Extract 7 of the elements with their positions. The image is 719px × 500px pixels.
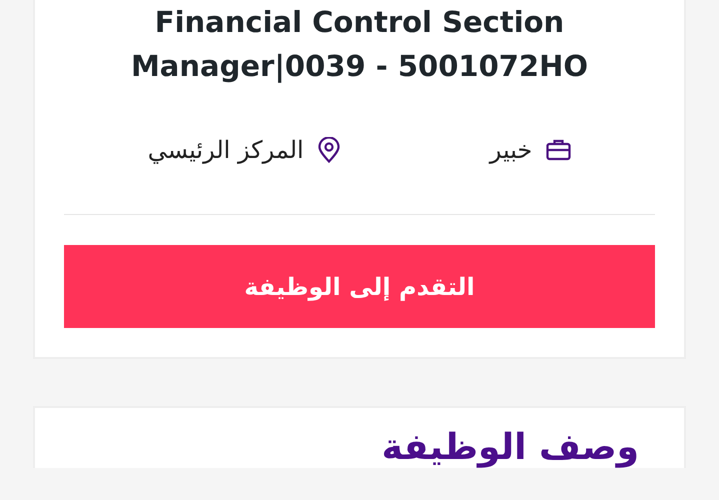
apply-button[interactable]: التقدم إلى الوظيفة [64, 245, 655, 328]
job-location: المركز الرئيسي [148, 136, 304, 164]
section-heading: وصف الوظيفة [382, 428, 639, 468]
briefcase-icon [546, 139, 572, 161]
job-title: Financial Control Section Manager|0039 - 5001072HO [130, 4, 590, 85]
location-pin-icon [318, 137, 340, 163]
experience-level: خبير [490, 136, 532, 164]
